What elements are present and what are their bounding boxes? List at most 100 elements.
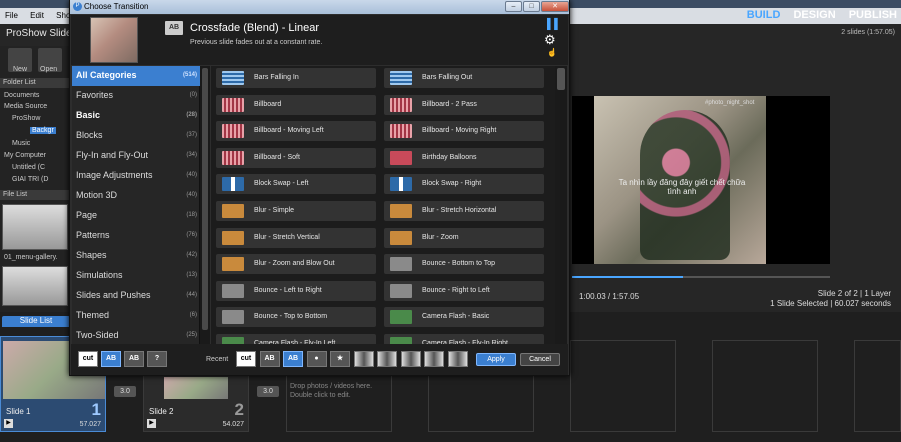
empty-slide-cell[interactable] <box>570 340 676 432</box>
transition-item[interactable]: Bounce - Bottom to Top <box>384 254 544 275</box>
category-label: All Categories <box>76 70 137 80</box>
transition-thumbnail-icon <box>390 310 412 325</box>
transition-item[interactable]: Billboard - Moving Right <box>384 121 544 142</box>
category-item[interactable]: Shapes (42) <box>72 246 200 266</box>
play-icon[interactable]: ▶ <box>4 419 13 428</box>
tree-proshow[interactable]: ProShow <box>12 115 40 122</box>
transition-item[interactable]: Camera Flash - Basic <box>384 307 544 328</box>
transition-item[interactable]: Blur - Zoom <box>384 227 544 248</box>
category-count: (25) <box>186 332 197 338</box>
category-item[interactable]: Themed (6) <box>72 306 200 326</box>
tab-publish[interactable]: PUBLISH <box>849 9 897 21</box>
tree-drive-c[interactable]: Untitled (C <box>12 164 45 171</box>
open-label: Open <box>40 66 58 73</box>
favorite-ab-button[interactable]: AB <box>124 351 144 367</box>
recent-transition-button[interactable] <box>353 351 374 367</box>
transition-item[interactable]: Billboard - Soft <box>216 147 376 168</box>
slide-name: Slide 2 <box>149 407 174 416</box>
play-icon[interactable]: ▶ <box>147 419 156 428</box>
transition-item[interactable]: Blur - Stretch Horizontal <box>384 201 544 221</box>
transition-item[interactable]: Billboard - 2 Pass <box>384 94 544 115</box>
transition-item[interactable]: Bounce - Top to Bottom <box>216 307 376 328</box>
recent-transition-button[interactable] <box>400 351 421 367</box>
category-item[interactable]: Blocks (37) <box>72 126 200 146</box>
cancel-button[interactable]: Cancel <box>520 353 560 366</box>
transition-item[interactable]: Blur - Stretch Vertical <box>216 227 376 248</box>
transition-item[interactable]: Blur - Simple <box>216 201 376 221</box>
favorite-crossfade-button[interactable]: AB <box>101 351 121 367</box>
tree-music[interactable]: Music <box>12 140 30 147</box>
tab-build[interactable]: BUILD <box>747 9 781 21</box>
tree-media-sources[interactable]: Media Source <box>4 103 47 110</box>
file-thumbnail[interactable] <box>2 204 68 250</box>
category-item[interactable]: Slides and Pushes (44) <box>72 286 200 306</box>
playback-progress-fill <box>572 276 683 278</box>
tree-documents[interactable]: Documents <box>4 92 39 99</box>
ab-transition-icon: AB <box>165 21 183 35</box>
gear-icon[interactable]: ⚙ <box>544 32 556 48</box>
apply-button[interactable]: Apply <box>476 353 516 366</box>
transition-item[interactable]: Bounce - Left to Right <box>216 280 376 301</box>
minimize-button[interactable]: – <box>505 1 522 12</box>
transition-thumbnail-icon <box>222 257 244 272</box>
transition-scrollbar[interactable] <box>555 66 567 344</box>
slide-number: 1 <box>91 400 101 419</box>
close-button[interactable]: ✕ <box>541 1 569 12</box>
file-list-header: File List <box>0 190 70 200</box>
recent-transition-button[interactable]: ● <box>306 351 327 367</box>
favorite-cut-button[interactable]: cut <box>78 351 98 367</box>
tree-my-computer[interactable]: My Computer <box>4 152 46 159</box>
slide-duration[interactable]: 54.027 <box>223 421 244 428</box>
maximize-button[interactable]: □ <box>523 1 540 12</box>
menu-file[interactable]: File <box>0 8 23 23</box>
category-label: Basic <box>76 110 101 120</box>
transition-thumbnail-icon <box>222 230 244 245</box>
slide-list-tab[interactable]: Slide List <box>2 316 70 327</box>
transition-item[interactable]: Blur - Zoom and Blow Out <box>216 254 376 275</box>
transition-preview-thumbnail[interactable] <box>90 17 138 63</box>
category-scrollbar-thumb[interactable] <box>202 68 208 330</box>
recent-transition-button[interactable]: AB <box>259 351 280 367</box>
category-item[interactable]: Simulations (13) <box>72 266 200 286</box>
recent-transition-button[interactable]: AB <box>283 351 303 367</box>
category-item[interactable]: Motion 3D (40) <box>72 186 200 206</box>
pause-icon[interactable]: ▌▌ <box>547 19 561 30</box>
file-thumbnail-2[interactable] <box>2 266 68 306</box>
recent-transition-button[interactable] <box>424 351 444 367</box>
tree-backgrounds[interactable]: Backgr <box>30 127 56 134</box>
menu-edit[interactable]: Edit <box>25 8 49 23</box>
recent-transition-button[interactable] <box>377 351 397 367</box>
transition-thumbnail-icon <box>222 204 244 218</box>
category-item[interactable]: Basic (28) <box>72 106 200 126</box>
category-item[interactable]: Patterns (76) <box>72 226 200 246</box>
transition-label: Blur - Stretch Horizontal <box>422 207 497 214</box>
transition-item[interactable]: Bars Falling Out <box>384 68 544 88</box>
tab-design[interactable]: DESIGN <box>793 9 835 21</box>
empty-slide-cell[interactable] <box>712 340 818 432</box>
transition-item[interactable]: Bars Falling In <box>216 68 376 88</box>
category-item[interactable]: Two-Sided (25) <box>72 326 200 346</box>
recent-transition-button[interactable] <box>447 351 468 367</box>
transition-label: Block Swap - Left <box>254 180 309 188</box>
transition-scrollbar-thumb[interactable] <box>557 68 565 90</box>
transition-item[interactable]: Birthday Balloons <box>384 147 544 168</box>
transition-item[interactable]: Block Swap - Right <box>384 174 544 195</box>
empty-slide-cell[interactable] <box>854 340 901 432</box>
transition-item[interactable]: Bounce - Right to Left <box>384 280 544 301</box>
recent-transition-button[interactable]: cut <box>236 351 256 367</box>
category-item[interactable]: Image Adjustments (40) <box>72 166 200 186</box>
transition-item[interactable]: Billboard <box>216 94 376 115</box>
tree-drive-d[interactable]: GIAI TRI (D <box>12 176 48 183</box>
transition-badge-1[interactable]: 3.0 <box>114 386 136 397</box>
category-count: (514) <box>182 72 197 78</box>
recent-transition-button[interactable]: ★ <box>330 351 350 367</box>
transition-badge-2[interactable]: 3.0 <box>257 386 279 397</box>
transition-item[interactable]: Block Swap - Left <box>216 174 376 195</box>
category-item[interactable]: Fly-In and Fly-Out (34) <box>72 146 200 166</box>
transition-item[interactable]: Billboard - Moving Left <box>216 121 376 142</box>
favorite-random-button[interactable]: ? <box>147 351 167 367</box>
category-item[interactable]: Favorites (0) <box>72 86 200 106</box>
category-item[interactable]: All Categories (514) <box>72 66 200 86</box>
slide-duration[interactable]: 57.027 <box>80 421 101 428</box>
category-item[interactable]: Page (18) <box>72 206 200 226</box>
